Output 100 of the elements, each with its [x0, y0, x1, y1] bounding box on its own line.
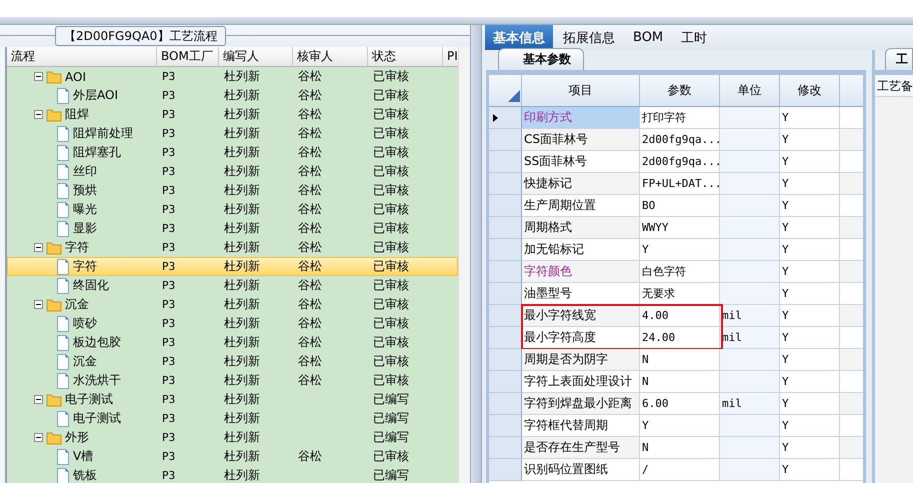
table-cell: Y [780, 261, 840, 283]
tree-row[interactable]: 阻焊前处理 P3 杜列新 谷松 已审核 [7, 124, 458, 143]
tree-row[interactable]: 喷砂 P3 杜列新 谷松 已审核 [7, 314, 458, 333]
tree-row[interactable]: 阻焊塞孔 P3 杜列新 谷松 已审核 [7, 143, 458, 162]
table-cell-text: 杜列新 [223, 125, 261, 142]
tree-row[interactable]: 电子测试 P3 杜列新 已编写 [7, 409, 458, 428]
row-header[interactable] [489, 107, 522, 129]
tab[interactable]: 基本信息 [485, 25, 553, 50]
node-label: 阻焊 [65, 106, 89, 123]
sub-tab[interactable]: 基本参数 [498, 48, 584, 70]
tab[interactable]: BOM [625, 25, 672, 50]
column-header[interactable]: 核审人 [293, 47, 368, 66]
column-header[interactable]: 修改 [780, 75, 840, 106]
tree-row[interactable]: 铣板 P3 杜列新 已编写 [7, 466, 458, 483]
collapse-icon[interactable] [34, 110, 43, 119]
table-cell-text: 已编写 [372, 410, 410, 427]
table-cell: 印刷方式 [522, 107, 640, 129]
table-cell-text: P3 [161, 469, 176, 482]
table-cell [720, 261, 780, 283]
table-cell [720, 239, 780, 261]
node-label: 终固化 [73, 277, 109, 294]
table-cell-text: 谷松 [297, 220, 323, 237]
table-cell-text: 谷松 [297, 68, 323, 85]
tree-row[interactable]: 沉金 P3 杜列新 谷松 已审核 [7, 295, 458, 314]
node-label: V槽 [73, 448, 94, 465]
tab[interactable]: 拓展信息 [555, 25, 623, 50]
document-icon [56, 448, 70, 464]
table-cell [720, 283, 780, 305]
table-cell-text: 谷松 [297, 353, 323, 370]
document-icon [56, 88, 70, 104]
tree-row[interactable]: 曝光 P3 杜列新 谷松 已审核 [7, 200, 458, 219]
table-cell: 字符框代替周期 [522, 415, 640, 437]
table-cell-text: 杜列新 [223, 163, 261, 180]
column-header[interactable]: 编写人 [219, 47, 293, 66]
table-cell: Y [640, 239, 720, 261]
collapse-icon[interactable] [34, 395, 43, 404]
column-header[interactable]: 参数 [640, 75, 720, 106]
tree-row[interactable]: 水洗烘干 P3 杜列新 谷松 已审核 [7, 371, 458, 390]
tree-row[interactable]: 阻焊 P3 杜列新 谷松 已审核 [7, 105, 458, 124]
splitter[interactable] [470, 25, 482, 483]
table-cell-text: P3 [161, 374, 176, 387]
table-cell-text: 已审核 [372, 87, 410, 104]
table-cell: Y [780, 173, 840, 195]
table-cell-text: 谷松 [297, 182, 323, 199]
table-cell-text: 已审核 [372, 296, 410, 313]
column-header[interactable]: 单位 [720, 75, 780, 106]
tree-row[interactable]: 外形 P3 杜列新 已编写 [7, 428, 458, 447]
table-cell-text: 谷松 [297, 334, 323, 351]
document-icon [56, 410, 70, 426]
tree-row[interactable]: 沉金 P3 杜列新 谷松 已审核 [7, 352, 458, 371]
document-icon [56, 126, 70, 142]
tree-row[interactable]: 字符 P3 杜列新 谷松 已审核 [7, 238, 458, 257]
tree-row[interactable]: 显影 P3 杜列新 谷松 已审核 [7, 219, 458, 238]
table-cell: 24.00 [640, 327, 720, 349]
tree-row[interactable]: 电子测试 P3 杜列新 已编写 [7, 390, 458, 409]
table-cell-text: 谷松 [297, 163, 323, 180]
column-header[interactable]: 项目 [522, 75, 640, 106]
table-cell [720, 437, 780, 459]
table-cell: 字符到焊盘最小距离 [522, 393, 640, 415]
table-cell: mil [720, 393, 780, 415]
table-cell: N [640, 349, 720, 371]
collapse-icon[interactable] [34, 72, 43, 81]
tree-row[interactable]: 板边包胶 P3 杜列新 谷松 已审核 [7, 333, 458, 352]
table-cell-text: P3 [161, 393, 176, 406]
table-cell-text: P3 [161, 108, 176, 121]
table-cell: 快捷标记 [522, 173, 640, 195]
table-cell-text: 杜列新 [223, 68, 261, 85]
table-cell: N [640, 371, 720, 393]
node-label: 板边包胶 [73, 334, 121, 351]
document-icon [56, 372, 70, 388]
table-cell-text: 已编写 [372, 467, 410, 483]
table-cell: 2d00fg9qa... [640, 129, 720, 151]
tree-row[interactable]: 外层AOI P3 杜列新 谷松 已审核 [7, 86, 458, 105]
table-cell-text: 已审核 [372, 315, 410, 332]
collapse-icon[interactable] [34, 300, 43, 309]
side-tab[interactable]: 工 [885, 48, 913, 70]
folder-icon [46, 70, 62, 84]
tab[interactable]: 工时 [673, 25, 716, 50]
node-label: 沉金 [73, 353, 97, 370]
tree-row[interactable]: 丝印 P3 杜列新 谷松 已审核 [7, 162, 458, 181]
table-cell: Y [780, 349, 840, 371]
tree-row[interactable]: 预烘 P3 杜列新 谷松 已审核 [7, 181, 458, 200]
tree-row[interactable]: AOI P3 杜列新 谷松 已审核 [7, 67, 458, 86]
document-icon [56, 258, 70, 274]
column-header[interactable]: 流程 [7, 47, 157, 66]
scrollbar[interactable] [458, 47, 470, 483]
collapse-icon[interactable] [34, 433, 43, 442]
column-header[interactable]: 状态 [368, 47, 443, 66]
tree-row[interactable]: V槽 P3 杜列新 谷松 已审核 [7, 447, 458, 466]
collapse-icon[interactable] [34, 243, 43, 252]
table-cell: Y [780, 459, 840, 481]
table-cell: Y [780, 283, 840, 305]
tree-row[interactable]: 终固化 P3 杜列新 谷松 已审核 [7, 276, 458, 295]
table-cell: 打印字符 [640, 107, 720, 129]
table-cell: 加无铅标记 [522, 239, 640, 261]
column-header[interactable]: BOM工厂 [157, 47, 219, 66]
tree-row[interactable]: 字符 P3 杜列新 谷松 已审核 [7, 257, 458, 276]
node-label: 显影 [73, 220, 97, 237]
document-icon [56, 278, 70, 294]
current-row-icon [493, 114, 498, 122]
